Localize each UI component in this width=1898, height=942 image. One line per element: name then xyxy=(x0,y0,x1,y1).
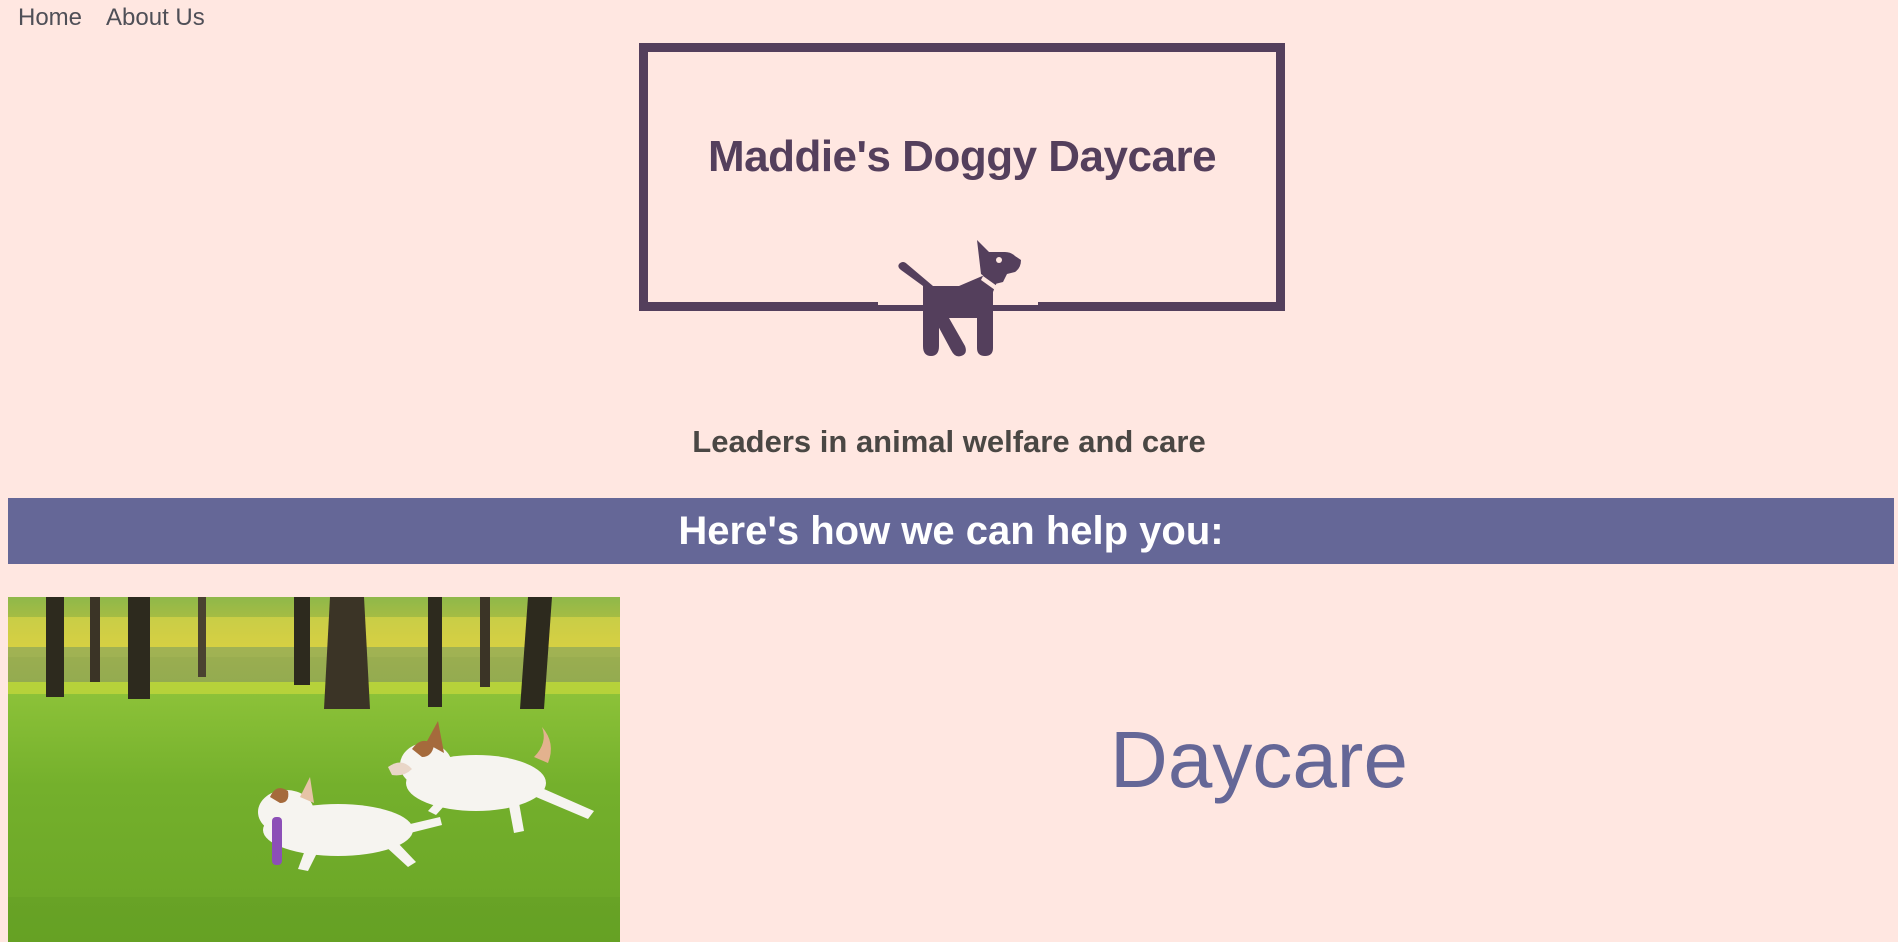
services-heading: Here's how we can help you: xyxy=(678,508,1224,553)
site-title: Maddie's Doggy Daycare xyxy=(707,132,1217,181)
top-nav: Home About Us xyxy=(18,4,205,32)
service-title-daycare: Daycare xyxy=(1110,715,1408,804)
dog-icon xyxy=(898,240,1021,357)
nav-home-link[interactable]: Home xyxy=(18,4,82,32)
two-dogs-running-in-park-image xyxy=(8,597,620,942)
tagline: Leaders in animal welfare and care xyxy=(692,424,1206,459)
services-banner: Here's how we can help you: xyxy=(8,498,1894,564)
nav-about-us-link[interactable]: About Us xyxy=(106,4,205,32)
daycare-photo xyxy=(8,597,620,942)
